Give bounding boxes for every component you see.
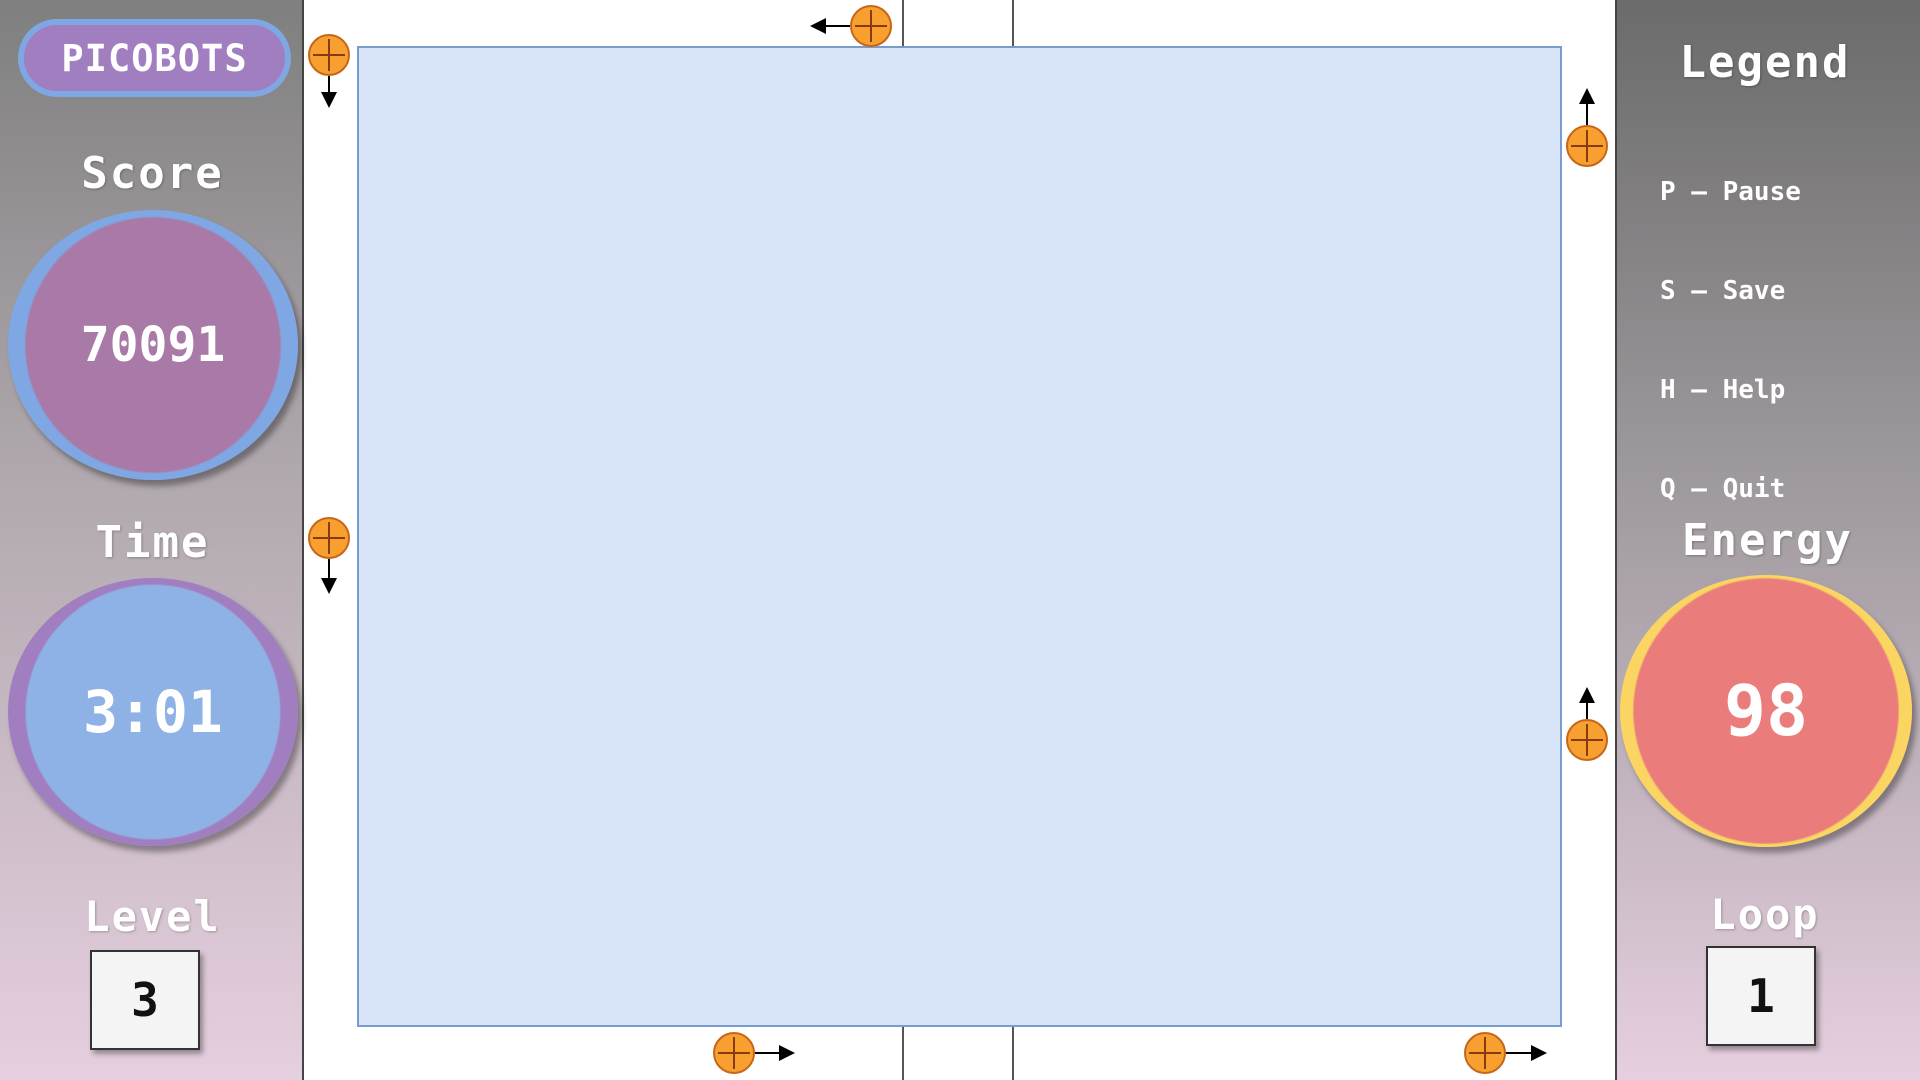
energy-display: 98 <box>1620 575 1912 847</box>
legend-item-save: S – Save <box>1660 276 1786 306</box>
legend-list: P – Pause S – Save H – Help Q – Quit <box>1660 110 1801 539</box>
legend-item-help: H – Help <box>1660 375 1786 405</box>
loop-label: Loop <box>1710 890 1820 939</box>
legend-item-quit: Q – Quit <box>1660 474 1786 504</box>
energy-label: Energy <box>1682 515 1853 566</box>
legend-item-pause: P – Pause <box>1660 177 1801 207</box>
loop-value: 1 <box>1706 946 1816 1046</box>
energy-value: 98 <box>1723 670 1809 752</box>
legend-title: Legend <box>1679 37 1851 88</box>
